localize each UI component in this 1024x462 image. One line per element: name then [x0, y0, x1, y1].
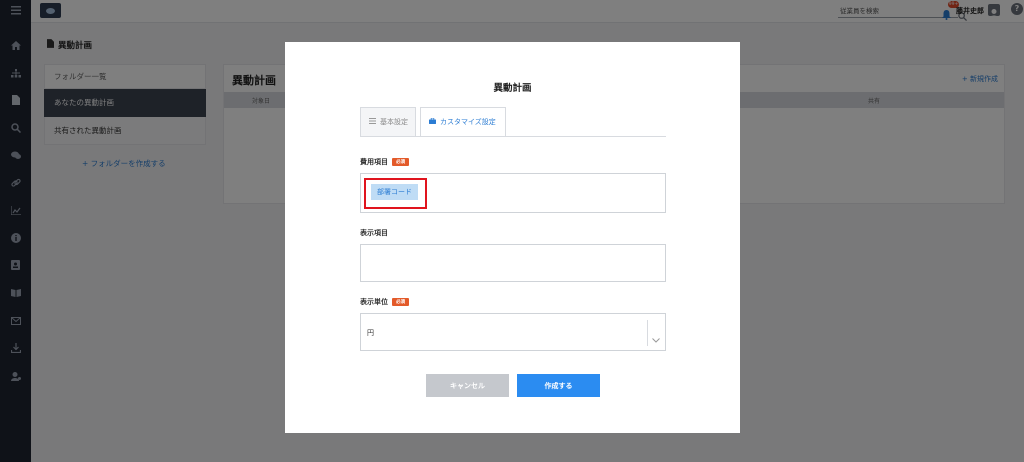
tab-customize-settings[interactable]: カスタマイズ設定	[420, 107, 506, 137]
tab-customize-settings-label: カスタマイズ設定	[440, 118, 496, 126]
cost-item-label-text: 費用項目	[360, 158, 388, 166]
display-unit-select[interactable]: 円	[360, 313, 666, 351]
select-divider	[647, 320, 648, 346]
display-unit-value: 円	[367, 329, 374, 337]
cancel-button[interactable]: キャンセル	[426, 374, 509, 397]
display-unit-label: 表示単位 必須	[360, 297, 409, 307]
display-unit-label-text: 表示単位	[360, 298, 388, 306]
chevron-down-icon[interactable]	[652, 328, 660, 347]
tab-basic-settings[interactable]: 基本設定	[360, 107, 416, 137]
tabs-divider	[360, 136, 666, 137]
tab-basic-settings-label: 基本設定	[380, 118, 408, 126]
highlight-box	[364, 178, 427, 209]
display-item-label-text: 表示項目	[360, 229, 388, 237]
modal-title: 異動計画	[493, 83, 532, 94]
cost-item-label: 費用項目 必須	[360, 157, 409, 167]
display-item-field[interactable]	[360, 244, 666, 282]
create-button[interactable]: 作成する	[517, 374, 600, 397]
required-badge: 必須	[392, 298, 409, 306]
briefcase-icon	[429, 117, 436, 126]
transfer-plan-modal: 異動計画 基本設定 カスタマイズ設定 費用項目 必須 部署コード 表示項目 表示…	[285, 42, 740, 433]
display-item-label: 表示項目	[360, 228, 388, 238]
required-badge: 必須	[392, 158, 409, 166]
list-icon	[369, 118, 376, 126]
cost-item-field[interactable]: 部署コード	[360, 173, 666, 213]
